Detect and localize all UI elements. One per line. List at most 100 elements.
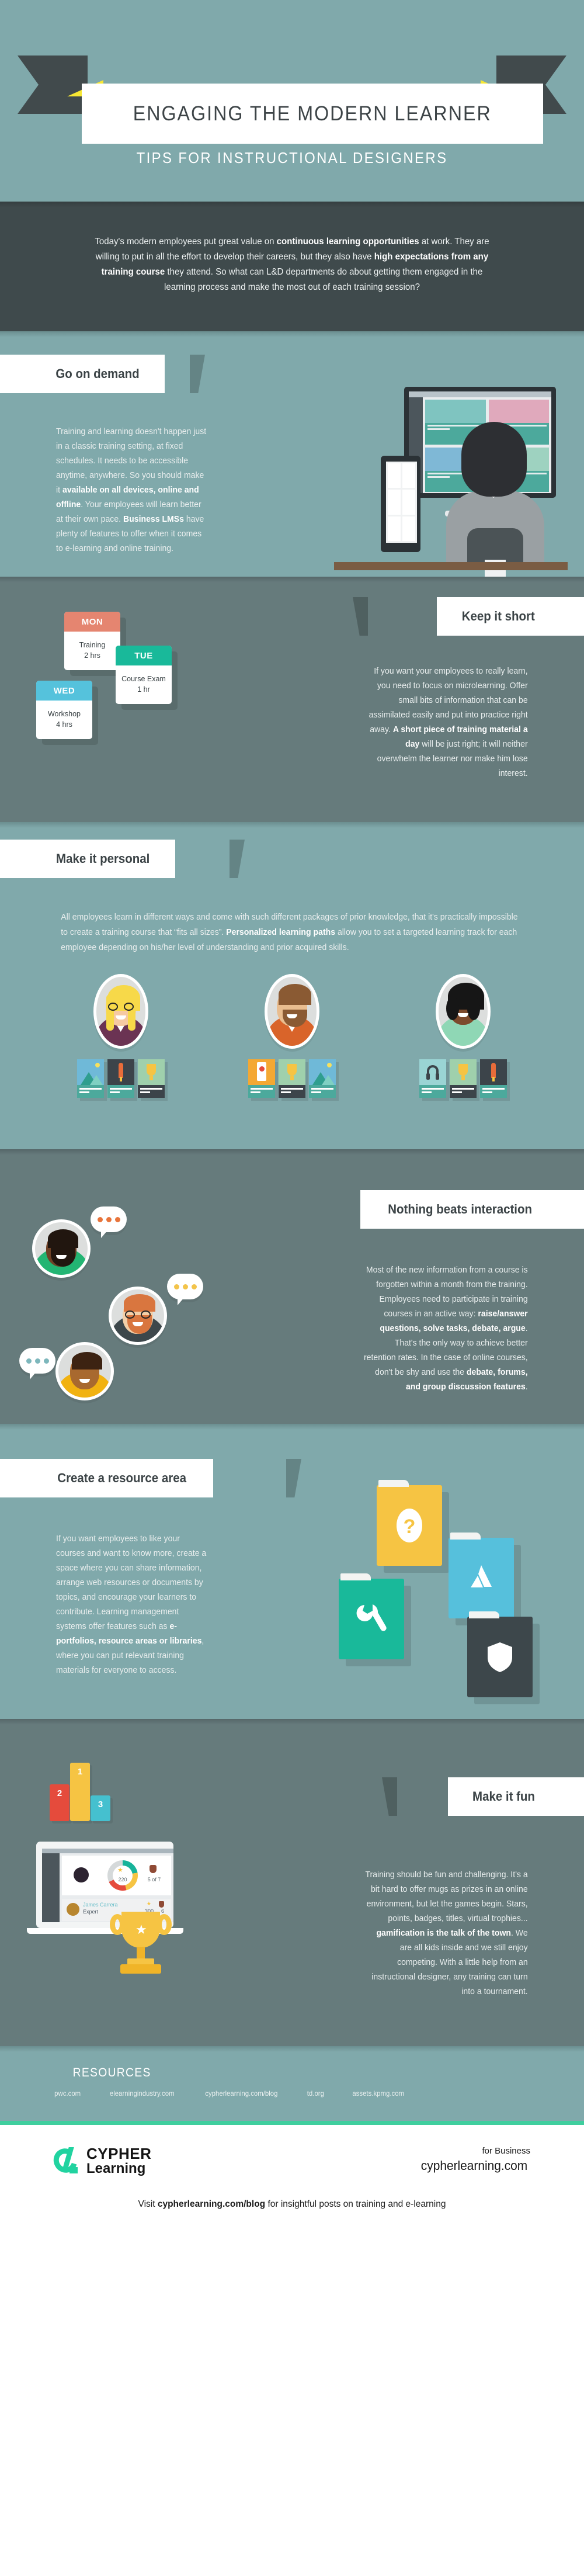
headphones-icon [419,1059,447,1098]
personal-body: All employees learn in different ways an… [61,913,518,952]
logo-word-cypher: CYPHER [86,2145,152,2162]
section-make-it-personal: Make it personal All employees learn in … [0,822,584,1149]
section-make-it-fun: Make it fun Training should be fun and c… [0,1719,584,2046]
day-duration: 1 hr [137,685,150,694]
trophy-icon [278,1059,305,1098]
tab-flag-short [353,597,368,636]
glasses-icon [107,1003,134,1011]
fun-body: Training should be fun and challenging. … [365,1870,528,1996]
landscape-icon [308,1059,336,1098]
section-title-tab-interaction: Nothing beats interaction [360,1190,584,1229]
female-blonde-glasses-avatar [93,974,148,1049]
tablet-icon [381,456,420,552]
wrench-icon [356,1604,387,1631]
ginger-glasses-beard-avatar [109,1287,167,1345]
drive-folder-icon [449,1533,514,1618]
badges-value: 5 of 7 [147,1877,161,1882]
section-keep-it-short: Keep it short If you want your employees… [0,577,584,822]
glasses-icon [125,1310,151,1319]
male-beard-avatar [264,974,319,1049]
section-title-tab-short: Keep it short [436,597,584,636]
learner-column [402,974,524,1098]
day-card: WED Workshop 4 hrs [36,681,92,739]
resource-link[interactable]: assets.kpmg.com [353,2089,405,2097]
avatar [74,1867,89,1882]
infographic-page: ENGAGING THE MODERN LEARNER TIPS FOR INS… [0,0,584,2230]
section-title-tab-resource: Create a resource area [0,1459,214,1497]
shield-icon [488,1642,512,1672]
speaker-group [32,1206,127,1278]
intro-paragraph: Today's modern employees put great value… [95,237,489,292]
learner-column [60,974,182,1098]
section-go-on-demand: Go on demand Training and learning doesn… [0,331,584,577]
avatar [67,1903,79,1916]
section-title-tab-demand: Go on demand [0,355,165,393]
demand-body: Training and learning doesn't happen jus… [56,427,207,553]
page-title: ENGAGING THE MODERN LEARNER [133,102,492,125]
green-divider [0,2121,584,2125]
rocket-icon [107,1059,134,1098]
speaker-group [19,1342,114,1400]
wrench-folder-icon [339,1573,404,1659]
day-duration: 2 hrs [84,651,100,660]
intro-band: Today's modern employees put great value… [0,202,584,331]
gamification-dashboard: ★ 220 5 of 7 [62,1856,171,1895]
logo-word-learning: Learning [86,2160,146,2176]
question-mark-icon: ? [397,1509,422,1542]
podium-illustration: 2 1 3 [50,1763,120,1821]
leader-name: James Carrera [83,1902,118,1908]
person-at-desk-icon [439,422,550,577]
young-man-yellow-shirt-avatar [55,1342,114,1400]
cypher-learning-logo[interactable]: CYPHER Learning [49,2144,152,2178]
badge-shield-icon [150,1865,157,1873]
resource-link[interactable]: elearningindustry.com [110,2089,175,2097]
day-label: TUE [116,646,172,665]
day-duration: 4 hrs [56,720,72,729]
points-value: 220 [118,1877,127,1882]
day-activity: Training [79,641,106,649]
day-activity: Workshop [47,710,81,718]
drive-triangle-icon [471,1565,492,1587]
blog-link[interactable]: cypherlearning.com/blog [158,2199,265,2209]
podium-place: 2 [50,1784,69,1821]
resource-link[interactable]: td.org [307,2089,324,2097]
for-business-label: for Business [482,2146,530,2156]
female-dark-curly-avatar [436,974,491,1049]
resource-link[interactable]: cypherlearning.com/blog [205,2089,277,2097]
short-body: If you want your employees to really lea… [369,667,528,778]
speech-bubble-icon [19,1348,55,1379]
day-label: WED [36,681,92,701]
tab-flag-fun [382,1777,397,1816]
day-label: MON [64,612,120,632]
page-subtitle: TIPS FOR INSTRUCTIONAL DESIGNERS [136,149,448,167]
resource-link[interactable]: pwc.com [54,2089,81,2097]
speech-bubble-icon [91,1206,127,1238]
website-url[interactable]: cypherlearning.com [421,2158,527,2173]
title-ribbon: ENGAGING THE MODERN LEARNER [18,56,566,144]
interaction-body: Most of the new information from a cours… [363,1266,528,1392]
resource-body: If you want employees to like your cours… [56,1534,207,1675]
trophy-icon: ★ [109,1912,173,1982]
tab-flag-resource [286,1459,301,1497]
svg-text:?: ? [404,1516,416,1538]
cypher-logo-icon [49,2144,82,2178]
section-title-tab-personal: Make it personal [0,840,176,878]
footer-band: CYPHER Learning for Business cypherlearn… [0,2125,584,2230]
day-activity: Course Exam [121,675,166,683]
question-folder-icon: ? [377,1480,442,1566]
desk-surface [334,562,568,570]
section-title-tab-fun: Make it fun [448,1777,584,1816]
speaker-group [109,1274,203,1345]
resources-title: RESOURCES [72,2066,151,2079]
header-band: ENGAGING THE MODERN LEARNER TIPS FOR INS… [0,0,584,202]
ribbon-tail-left [18,56,88,114]
rocket-icon [480,1059,507,1098]
day-card: TUE Course Exam 1 hr [116,646,172,704]
desktop-illustration [334,387,568,577]
leader-rank: Expert [83,1909,99,1915]
learner-avatars [0,974,584,1098]
day-card: MON Training 2 hrs [64,612,120,670]
resources-links: pwc.com elearningindustry.com cypherlear… [54,2089,530,2097]
resources-band: RESOURCES pwc.com elearningindustry.com … [0,2046,584,2121]
learning-path-cards [77,1059,165,1098]
